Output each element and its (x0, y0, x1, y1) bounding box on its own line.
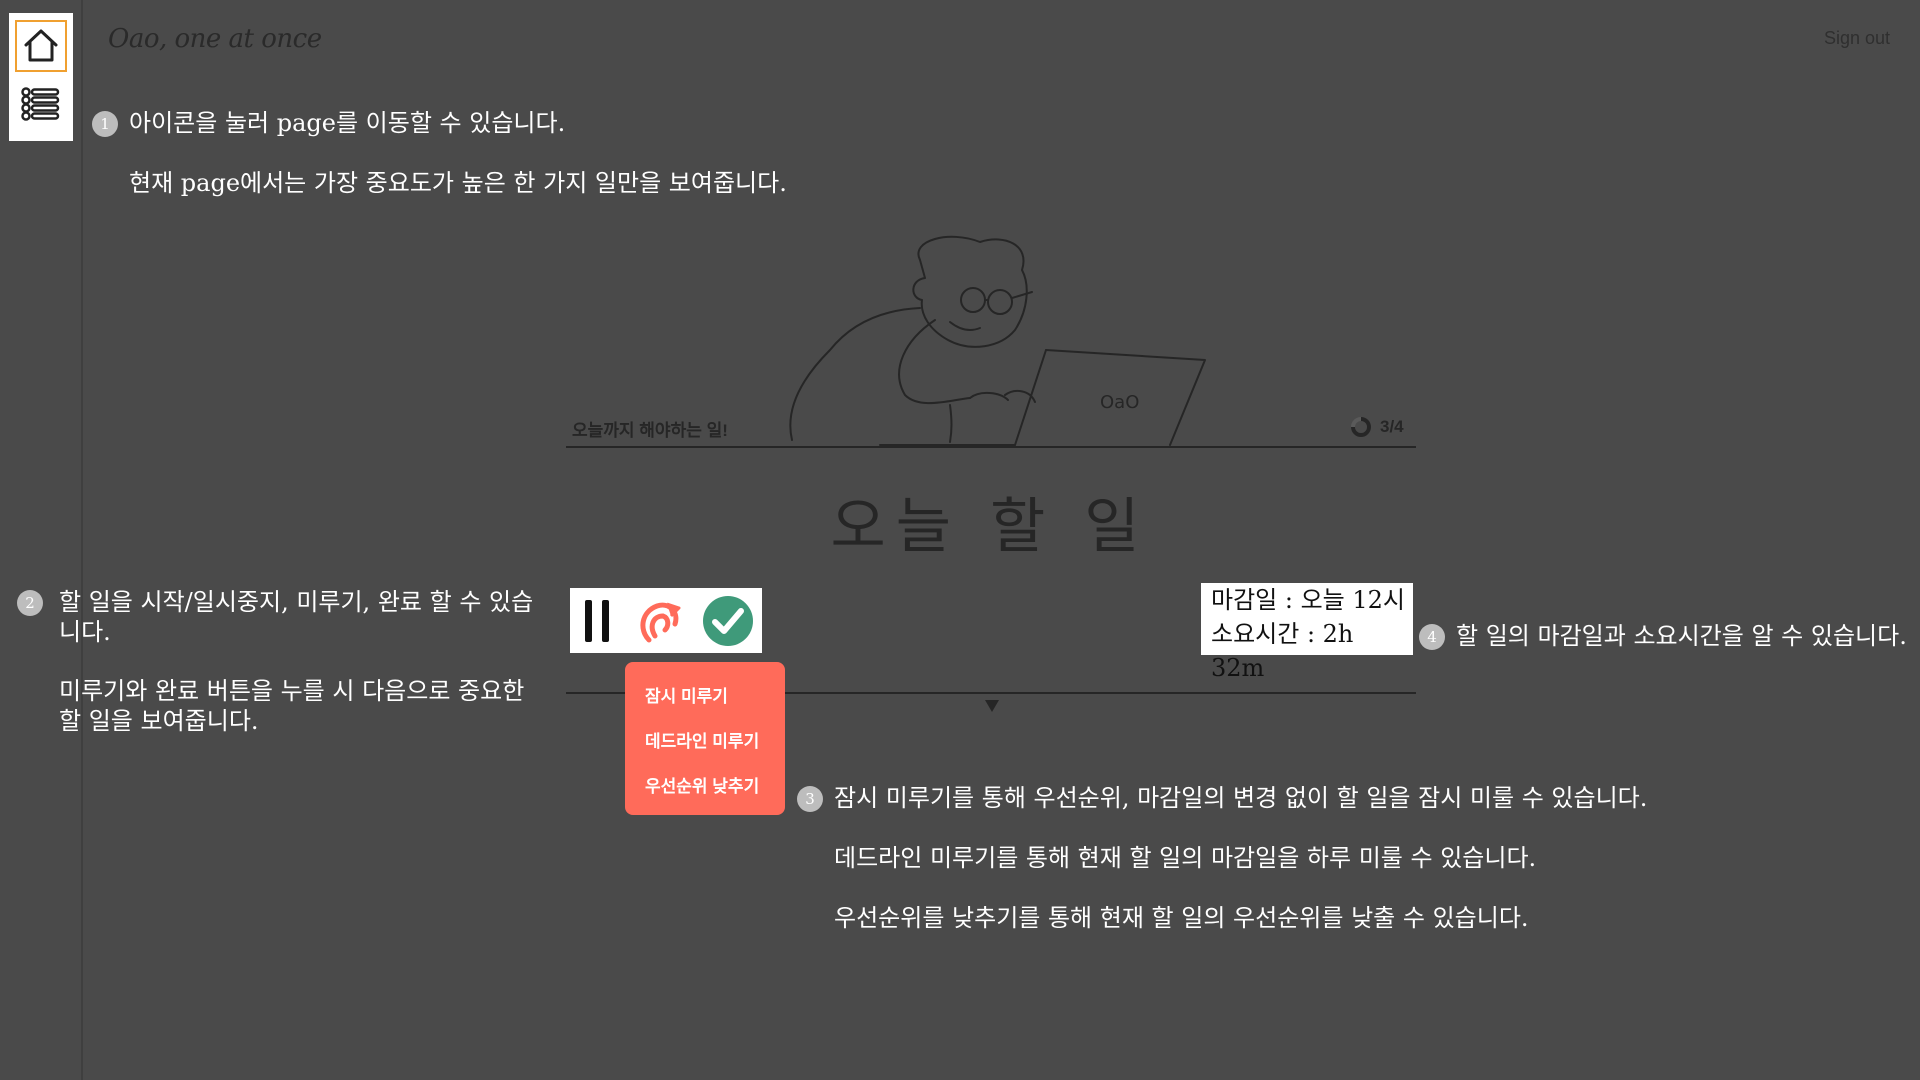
menu-item-lower-priority[interactable]: 우선순위 낮추기 (645, 772, 759, 797)
list-icon (21, 87, 60, 121)
step-4-text: 할 일의 마감일과 소요시간을 알 수 있습니다. (1456, 622, 1907, 650)
section-divider-top (566, 446, 1416, 448)
app-title: Oao, one at once (108, 24, 322, 54)
step-3-badge: 3 (797, 786, 823, 812)
complete-button[interactable] (702, 595, 754, 647)
home-icon (24, 29, 58, 62)
pause-icon (585, 599, 609, 642)
progress-count: 3/4 (1380, 417, 1404, 436)
progress-ring-icon (1351, 417, 1371, 437)
step-1-badge: 1 (92, 111, 118, 137)
menu-item-temporary-postpone[interactable]: 잠시 미루기 (645, 682, 728, 707)
duration-text: 소요시간 : 2h 32m (1211, 620, 1354, 682)
sidebar-item-home[interactable] (15, 20, 67, 72)
step-3-text-3: 우선순위를 낮추기를 통해 현재 할 일의 우선순위를 낮출 수 있습니다. (834, 904, 1529, 932)
postpone-button[interactable] (634, 595, 686, 647)
step-2-text-2: 미루기와 완료 버튼을 누를 시 다음으로 중요한 할 일을 보여줍니다. (59, 677, 525, 735)
progress-indicator: 3/4 (1350, 416, 1404, 438)
step-2-text: 할 일을 시작/일시중지, 미루기, 완료 할 수 있습니다. (59, 588, 534, 646)
expand-arrow-icon[interactable] (985, 700, 999, 712)
sidebar (9, 13, 73, 141)
sign-out-link[interactable]: Sign out (1824, 28, 1890, 49)
check-circle-icon (703, 595, 753, 646)
step-1-text: 아이콘을 눌러 page를 이동할 수 있습니다. (129, 109, 566, 137)
deadline-text: 마감일 : 오늘 12시 (1211, 586, 1405, 614)
laptop-label: OaO (1100, 392, 1139, 413)
task-title: 오늘 할 일 (830, 492, 1150, 562)
sidebar-item-list[interactable] (15, 78, 67, 130)
menu-item-deadline-postpone[interactable]: 데드라인 미루기 (645, 727, 759, 752)
step-3-text: 잠시 미루기를 통해 우선순위, 마감일의 변경 없이 할 일을 잠시 미룰 수… (834, 784, 1648, 812)
task-controls (570, 588, 762, 653)
section-label: 오늘까지 해야하는 일! (572, 421, 728, 440)
step-1-text-2: 현재 page에서는 가장 중요도가 높은 한 가지 일만을 보여줍니다. (129, 169, 787, 197)
step-3-text-2: 데드라인 미루기를 통해 현재 할 일의 마감일을 하루 미룰 수 있습니다. (834, 844, 1537, 872)
pause-button[interactable] (578, 596, 618, 646)
deadline-info-box: 마감일 : 오늘 12시 소요시간 : 2h 32m (1201, 583, 1413, 682)
postpone-icon (640, 602, 681, 642)
step-2-badge: 2 (17, 590, 43, 616)
step-4-badge: 4 (1419, 624, 1445, 650)
postpone-menu: 잠시 미루기 데드라인 미루기 우선순위 낮추기 (625, 662, 785, 815)
